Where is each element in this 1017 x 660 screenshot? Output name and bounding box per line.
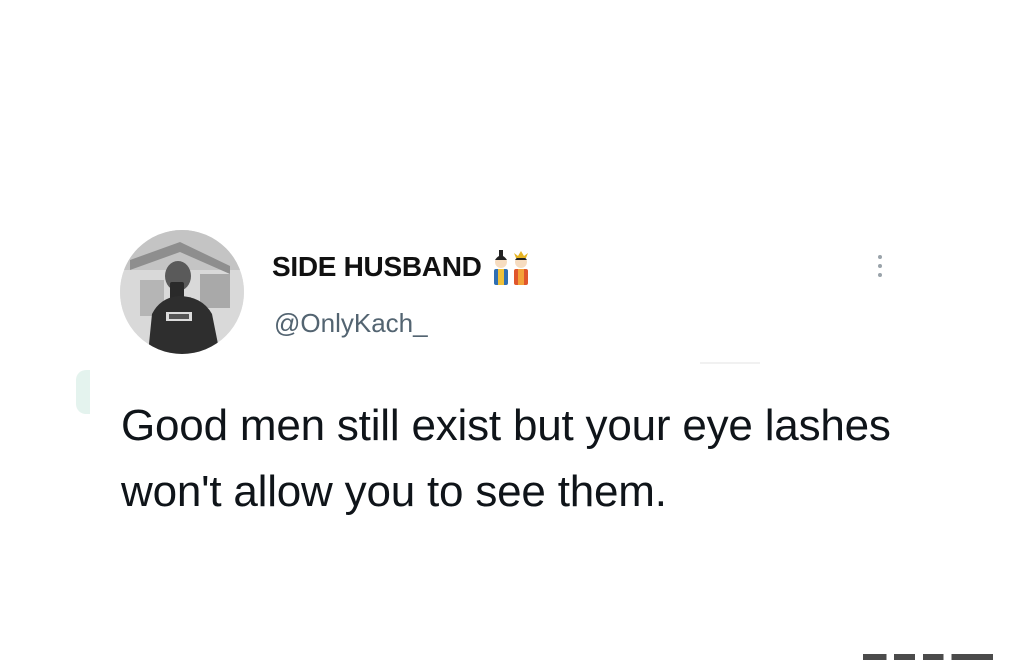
- couple-dolls-emoji-icon: [490, 247, 532, 287]
- display-name[interactable]: SIDE HUSBAND: [272, 251, 482, 283]
- more-options-button[interactable]: [866, 248, 894, 284]
- display-name-row: SIDE HUSBAND: [272, 247, 532, 287]
- tweet-card: SIDE HUSBAND @OnlyKach_ Good men still e…: [0, 0, 1017, 660]
- vertical-ellipsis-icon: [878, 264, 882, 268]
- vertical-ellipsis-icon: [878, 273, 882, 277]
- avatar[interactable]: [120, 230, 244, 354]
- left-accent-decoration: [76, 370, 90, 414]
- vertical-ellipsis-icon: [878, 255, 882, 259]
- tweet-text: Good men still exist but your eye lashes…: [121, 401, 891, 516]
- watermark-fragment: [863, 654, 993, 660]
- screenshot-page: SIDE HUSBAND @OnlyKach_ Good men still e…: [0, 0, 1017, 660]
- profile-photo-icon: [120, 230, 244, 354]
- user-handle[interactable]: @OnlyKach_: [274, 308, 428, 339]
- faint-divider: [700, 362, 760, 364]
